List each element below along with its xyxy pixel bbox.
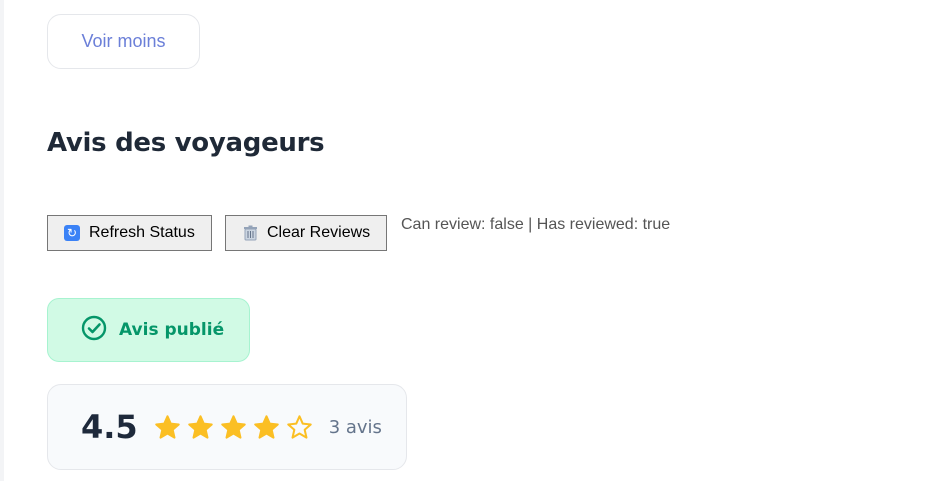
rating-stars <box>154 414 313 441</box>
star-empty-icon <box>286 414 312 439</box>
check-circle-icon <box>81 315 107 346</box>
star-filled-icon <box>154 414 180 439</box>
star-filled-icon <box>187 414 213 439</box>
review-published-alert: Avis publié <box>47 298 250 362</box>
show-less-button[interactable]: Voir moins <box>47 14 200 69</box>
refresh-icon: ↻ <box>64 225 80 241</box>
review-status-text: Can review: false | Has reviewed: true <box>401 216 671 233</box>
review-published-label: Avis publié <box>119 320 225 340</box>
rating-value: 4.5 <box>81 408 138 446</box>
left-divider <box>0 0 4 481</box>
star-filled-icon <box>220 414 246 439</box>
refresh-status-button[interactable]: ↻ Refresh Status <box>47 215 212 251</box>
clear-reviews-button[interactable]: Clear Reviews <box>225 215 387 251</box>
star-filled-icon <box>253 414 279 439</box>
review-count: 3 avis <box>328 416 382 438</box>
trash-icon <box>242 225 258 242</box>
refresh-status-label: Refresh Status <box>89 224 195 241</box>
reviews-section-title: Avis des voyageurs <box>47 128 325 158</box>
clear-reviews-label: Clear Reviews <box>267 224 371 241</box>
rating-summary-card: 4.5 3 avis <box>47 384 407 470</box>
